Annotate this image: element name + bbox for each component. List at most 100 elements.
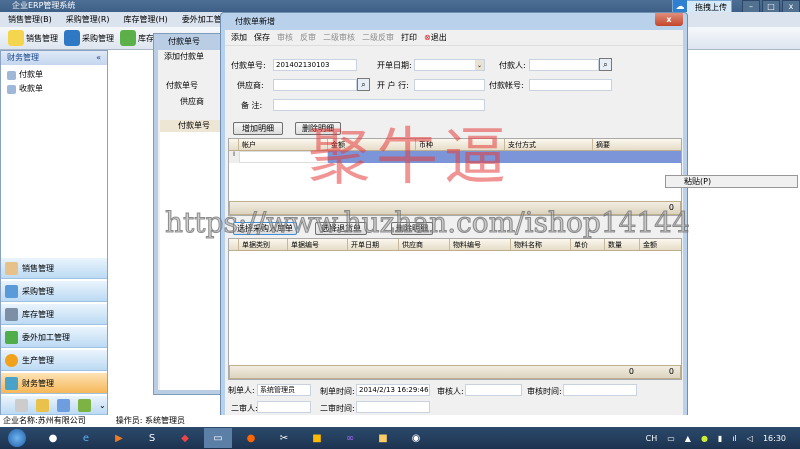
network-icon[interactable]: ıl <box>732 434 736 443</box>
exit-button[interactable]: ⊗退出 <box>424 32 447 43</box>
nav-production[interactable]: 生产管理 <box>1 349 107 371</box>
firefox-icon[interactable]: ● <box>237 428 265 448</box>
audit-button[interactable]: 审核 <box>277 32 293 43</box>
column-header[interactable]: 物料编号 <box>450 239 511 250</box>
table-row[interactable]: I <box>229 151 681 163</box>
close-button[interactable]: x <box>655 13 683 26</box>
tool-icon[interactable]: ✂ <box>270 428 298 448</box>
audit-time-input[interactable] <box>563 384 637 396</box>
more-chevron-icon[interactable]: ⌄ <box>99 401 106 410</box>
column-header[interactable]: 单据类别 <box>239 239 288 250</box>
nav-sales[interactable]: 销售管理 <box>1 257 107 279</box>
account-input[interactable] <box>529 79 612 91</box>
remark-input[interactable] <box>273 99 485 111</box>
grid-body <box>160 132 222 390</box>
menu-purchase[interactable]: 采购管理(R) <box>66 12 110 27</box>
camera-icon[interactable]: ◉ <box>402 428 430 448</box>
pay-no-input[interactable]: 201402130103 <box>273 59 357 71</box>
maker-label: 制单人: <box>228 386 255 395</box>
add-payment-button[interactable]: 添加付款单 <box>158 50 222 64</box>
nav-inventory[interactable]: 库存管理 <box>1 303 107 325</box>
add-detail-button[interactable]: 增加明细 <box>233 122 283 135</box>
unaudit2-button[interactable]: 二级反审 <box>362 32 394 43</box>
nav-purchase[interactable]: 采购管理 <box>1 280 107 302</box>
player-icon[interactable]: ▶ <box>105 428 133 448</box>
toolbar-sales[interactable]: 销售管理 <box>8 30 58 46</box>
inventory-icon[interactable] <box>57 398 70 412</box>
context-menu-paste[interactable]: 粘贴(P) <box>665 175 798 188</box>
select-purchase-in-button[interactable]: 选择采购入库单 <box>233 222 297 235</box>
column-header[interactable]: 单价 <box>571 239 605 250</box>
add-button[interactable]: 添加 <box>231 32 247 43</box>
column-header[interactable]: 单据编号 <box>288 239 348 250</box>
print-button[interactable]: 打印 <box>401 32 417 43</box>
menu-sales[interactable]: 销售管理(B) <box>8 12 52 27</box>
search-icon[interactable]: ⌕ <box>599 58 612 71</box>
toolbar-purchase[interactable]: 采购管理 <box>64 30 114 46</box>
language-indicator[interactable]: CH <box>646 434 658 443</box>
column-header[interactable]: 供应商 <box>399 239 450 250</box>
chat-icon[interactable]: ● <box>39 428 67 448</box>
payer-input[interactable] <box>529 59 599 71</box>
operator-name: 操作员: 系统管理员 <box>115 416 185 425</box>
nav-label: 委外加工管理 <box>22 332 70 342</box>
show-hidden-icon[interactable]: ▲ <box>685 434 691 443</box>
outsource-icon[interactable] <box>78 398 91 412</box>
clock[interactable]: 16:30 <box>763 434 786 443</box>
select-return-button[interactable]: 选择退货单 <box>315 222 367 235</box>
start-button[interactable] <box>0 428 34 448</box>
tree-item-label: 收款单 <box>19 84 43 93</box>
tree-item-receipt[interactable]: 收款单 <box>1 82 107 96</box>
menu-inventory[interactable]: 库存管理(H) <box>124 12 168 27</box>
sales-icon[interactable] <box>15 398 28 412</box>
ie-icon[interactable]: e <box>72 428 100 448</box>
column-header[interactable]: 支付方式 <box>505 139 593 150</box>
date-picker[interactable]: ⌄ <box>414 59 485 71</box>
delete-detail-button-2[interactable]: 删除明细 <box>391 222 433 235</box>
supplier-input[interactable] <box>273 79 357 91</box>
column-header[interactable]: 币种 <box>416 139 505 150</box>
column-header[interactable]: 帐户 <box>239 139 328 150</box>
vs-icon[interactable]: ∞ <box>336 428 364 448</box>
document-icon <box>7 84 16 94</box>
audit2-time-input[interactable] <box>356 401 430 413</box>
column-header[interactable]: 金额 <box>328 139 416 150</box>
auditor-input[interactable] <box>465 384 522 396</box>
app-icon[interactable]: ◆ <box>171 428 199 448</box>
chevron-down-icon[interactable]: ⌄ <box>475 60 484 70</box>
purchase-icon <box>5 284 18 298</box>
inventory-icon <box>5 307 18 321</box>
battery-icon[interactable]: ▮ <box>718 434 722 443</box>
audit2-button[interactable]: 二级审核 <box>323 32 355 43</box>
column-header[interactable]: 物料名称 <box>511 239 571 250</box>
volume-muted-icon[interactable]: ◁ <box>747 434 753 443</box>
nav-finance[interactable]: 财务管理 <box>1 372 107 394</box>
save-button[interactable]: 保存 <box>254 32 270 43</box>
nav-outsource[interactable]: 委外加工管理 <box>1 326 107 348</box>
bank-input[interactable] <box>414 79 485 91</box>
maker-input[interactable]: 系统管理员 <box>257 384 311 396</box>
tree-item-payment[interactable]: 付款单 <box>1 68 107 82</box>
column-header[interactable]: 摘要 <box>593 139 681 150</box>
erp-icon[interactable]: ■ <box>369 428 397 448</box>
column-header[interactable]: 金额 <box>640 239 681 250</box>
search-icon[interactable]: ⌕ <box>357 78 370 91</box>
supplier-label: 供应商: <box>237 81 264 90</box>
nav-label: 采购管理 <box>22 286 54 296</box>
collapse-button[interactable]: « <box>96 51 101 65</box>
folder-icon[interactable]: ■ <box>303 428 331 448</box>
keyboard-icon[interactable]: ▭ <box>667 434 675 443</box>
purchase-icon[interactable] <box>36 398 49 412</box>
unaudit-button[interactable]: 反审 <box>300 32 316 43</box>
payer-label: 付款人: <box>499 61 526 70</box>
make-time-input[interactable]: 2014/2/13 16:29:46 <box>356 384 430 396</box>
payment-dialog: 付款单新增 x 添加 保存 审核 反审 二级审核 二级反审 打印 ⊗退出 付款单… <box>220 12 688 424</box>
explorer-icon[interactable]: ▭ <box>204 428 232 448</box>
delete-detail-button[interactable]: 删除明细 <box>295 122 341 135</box>
column-header[interactable]: 数量 <box>605 239 640 250</box>
total-quantity: 0 <box>628 367 634 376</box>
security-icon[interactable]: ● <box>701 434 708 443</box>
auditor2-input[interactable] <box>257 401 311 413</box>
sogou-icon[interactable]: S <box>138 428 166 448</box>
column-header[interactable]: 开单日期 <box>348 239 399 250</box>
